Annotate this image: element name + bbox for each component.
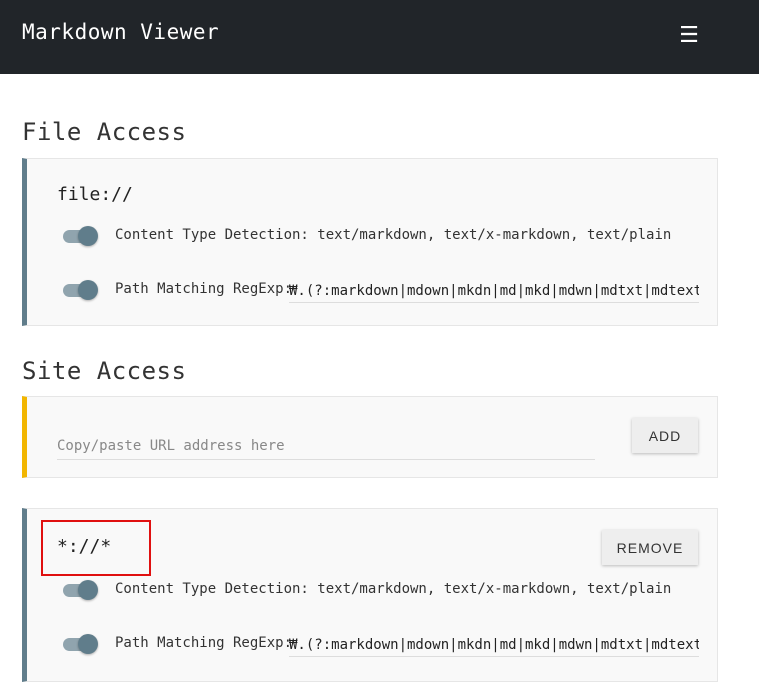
path-matching-toggle[interactable] [63,634,98,654]
highlight-box [41,520,151,576]
path-matching-label: Path Matching RegExp: [115,281,293,297]
toggle-thumb [78,634,98,654]
file-access-card: file:// Content Type Detection: text/mar… [22,158,718,326]
app-header: Markdown Viewer ☰ [0,0,759,74]
content-type-toggle[interactable] [63,226,98,246]
content-type-toggle[interactable] [63,580,98,600]
path-matching-option: Path Matching RegExp: [63,279,703,303]
content-type-label: Content Type Detection: text/markdown, t… [115,227,672,243]
content-type-option: Content Type Detection: text/markdown, t… [63,579,703,603]
path-matching-label: Path Matching RegExp: [115,635,293,651]
remove-button[interactable]: REMOVE [602,530,698,565]
file-origin-label: file:// [57,184,133,205]
toggle-thumb [78,226,98,246]
path-matching-toggle[interactable] [63,280,98,300]
path-regexp-input[interactable] [289,634,699,657]
toggle-thumb [78,280,98,300]
file-access-title: File Access [22,118,187,146]
content-type-option: Content Type Detection: text/markdown, t… [63,225,703,249]
path-regexp-input[interactable] [289,280,699,303]
add-button[interactable]: ADD [632,418,698,453]
toggle-thumb [78,580,98,600]
app-title: Markdown Viewer [22,20,220,44]
url-address-input[interactable] [57,433,595,460]
add-origin-card: ADD [22,396,718,478]
path-matching-option: Path Matching RegExp: [63,633,703,657]
site-access-title: Site Access [22,357,187,385]
content-type-label: Content Type Detection: text/markdown, t… [115,581,672,597]
hamburger-menu-icon[interactable]: ☰ [676,22,702,50]
